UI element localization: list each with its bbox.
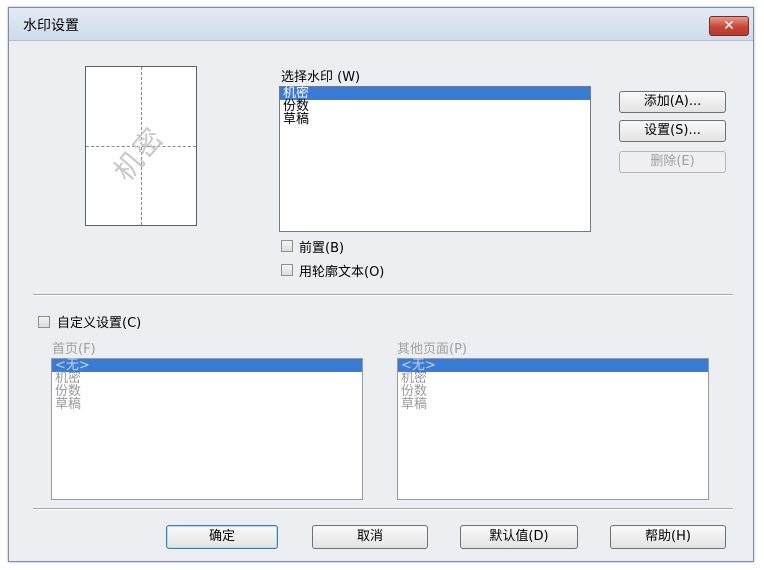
list-item[interactable]: 份数 [280, 100, 590, 113]
list-item[interactable]: 份数 [52, 385, 362, 398]
cancel-button[interactable]: 取消 [312, 525, 428, 549]
add-button[interactable]: 添加(A)... [619, 91, 726, 113]
preview-watermark-text: 机密 [107, 120, 172, 188]
default-button[interactable]: 默认值(D) [460, 525, 578, 549]
front-checkbox[interactable] [281, 240, 293, 252]
first-page-listbox[interactable]: <无> 机密 份数 草稿 [51, 358, 363, 500]
dialog-title: 水印设置 [23, 18, 79, 34]
help-button[interactable]: 帮助(H) [610, 525, 726, 549]
settings-button[interactable]: 设置(S)... [619, 120, 726, 142]
watermark-settings-dialog: 水印设置 ✕ 机密 选择水印 (W) 机密 份数 草稿 添加(A)... 设置(S)… [8, 7, 754, 562]
list-item[interactable]: 机密 [52, 372, 362, 385]
custom-settings-label: 自定义设置(C) [57, 316, 142, 331]
ok-button[interactable]: 确定 [166, 525, 278, 549]
custom-settings-checkbox[interactable] [38, 316, 50, 328]
close-button[interactable]: ✕ [709, 16, 749, 36]
list-item[interactable]: 份数 [398, 385, 708, 398]
watermark-preview: 机密 [85, 66, 197, 226]
first-page-label: 首页(F) [52, 342, 96, 357]
front-label: 前置(B) [299, 241, 345, 256]
list-item[interactable]: 草稿 [52, 398, 362, 411]
outline-text-label: 用轮廓文本(O) [299, 265, 385, 280]
list-item[interactable]: 机密 [280, 87, 590, 100]
other-pages-label: 其他页面(P) [397, 342, 467, 357]
footer-divider [33, 508, 733, 510]
select-watermark-label: 选择水印 (W) [281, 70, 361, 85]
list-item[interactable]: 草稿 [280, 113, 590, 126]
close-icon: ✕ [723, 18, 735, 34]
list-item[interactable]: 草稿 [398, 398, 708, 411]
section-divider [33, 294, 733, 296]
outline-text-checkbox[interactable] [281, 264, 293, 276]
watermark-listbox[interactable]: 机密 份数 草稿 [279, 86, 591, 232]
list-item[interactable]: <无> [52, 359, 362, 372]
title-bar: 水印设置 ✕ [9, 8, 753, 41]
list-item[interactable]: 机密 [398, 372, 708, 385]
delete-button[interactable]: 删除(E) [619, 151, 726, 173]
list-item[interactable]: <无> [398, 359, 708, 372]
other-pages-listbox[interactable]: <无> 机密 份数 草稿 [397, 358, 709, 500]
